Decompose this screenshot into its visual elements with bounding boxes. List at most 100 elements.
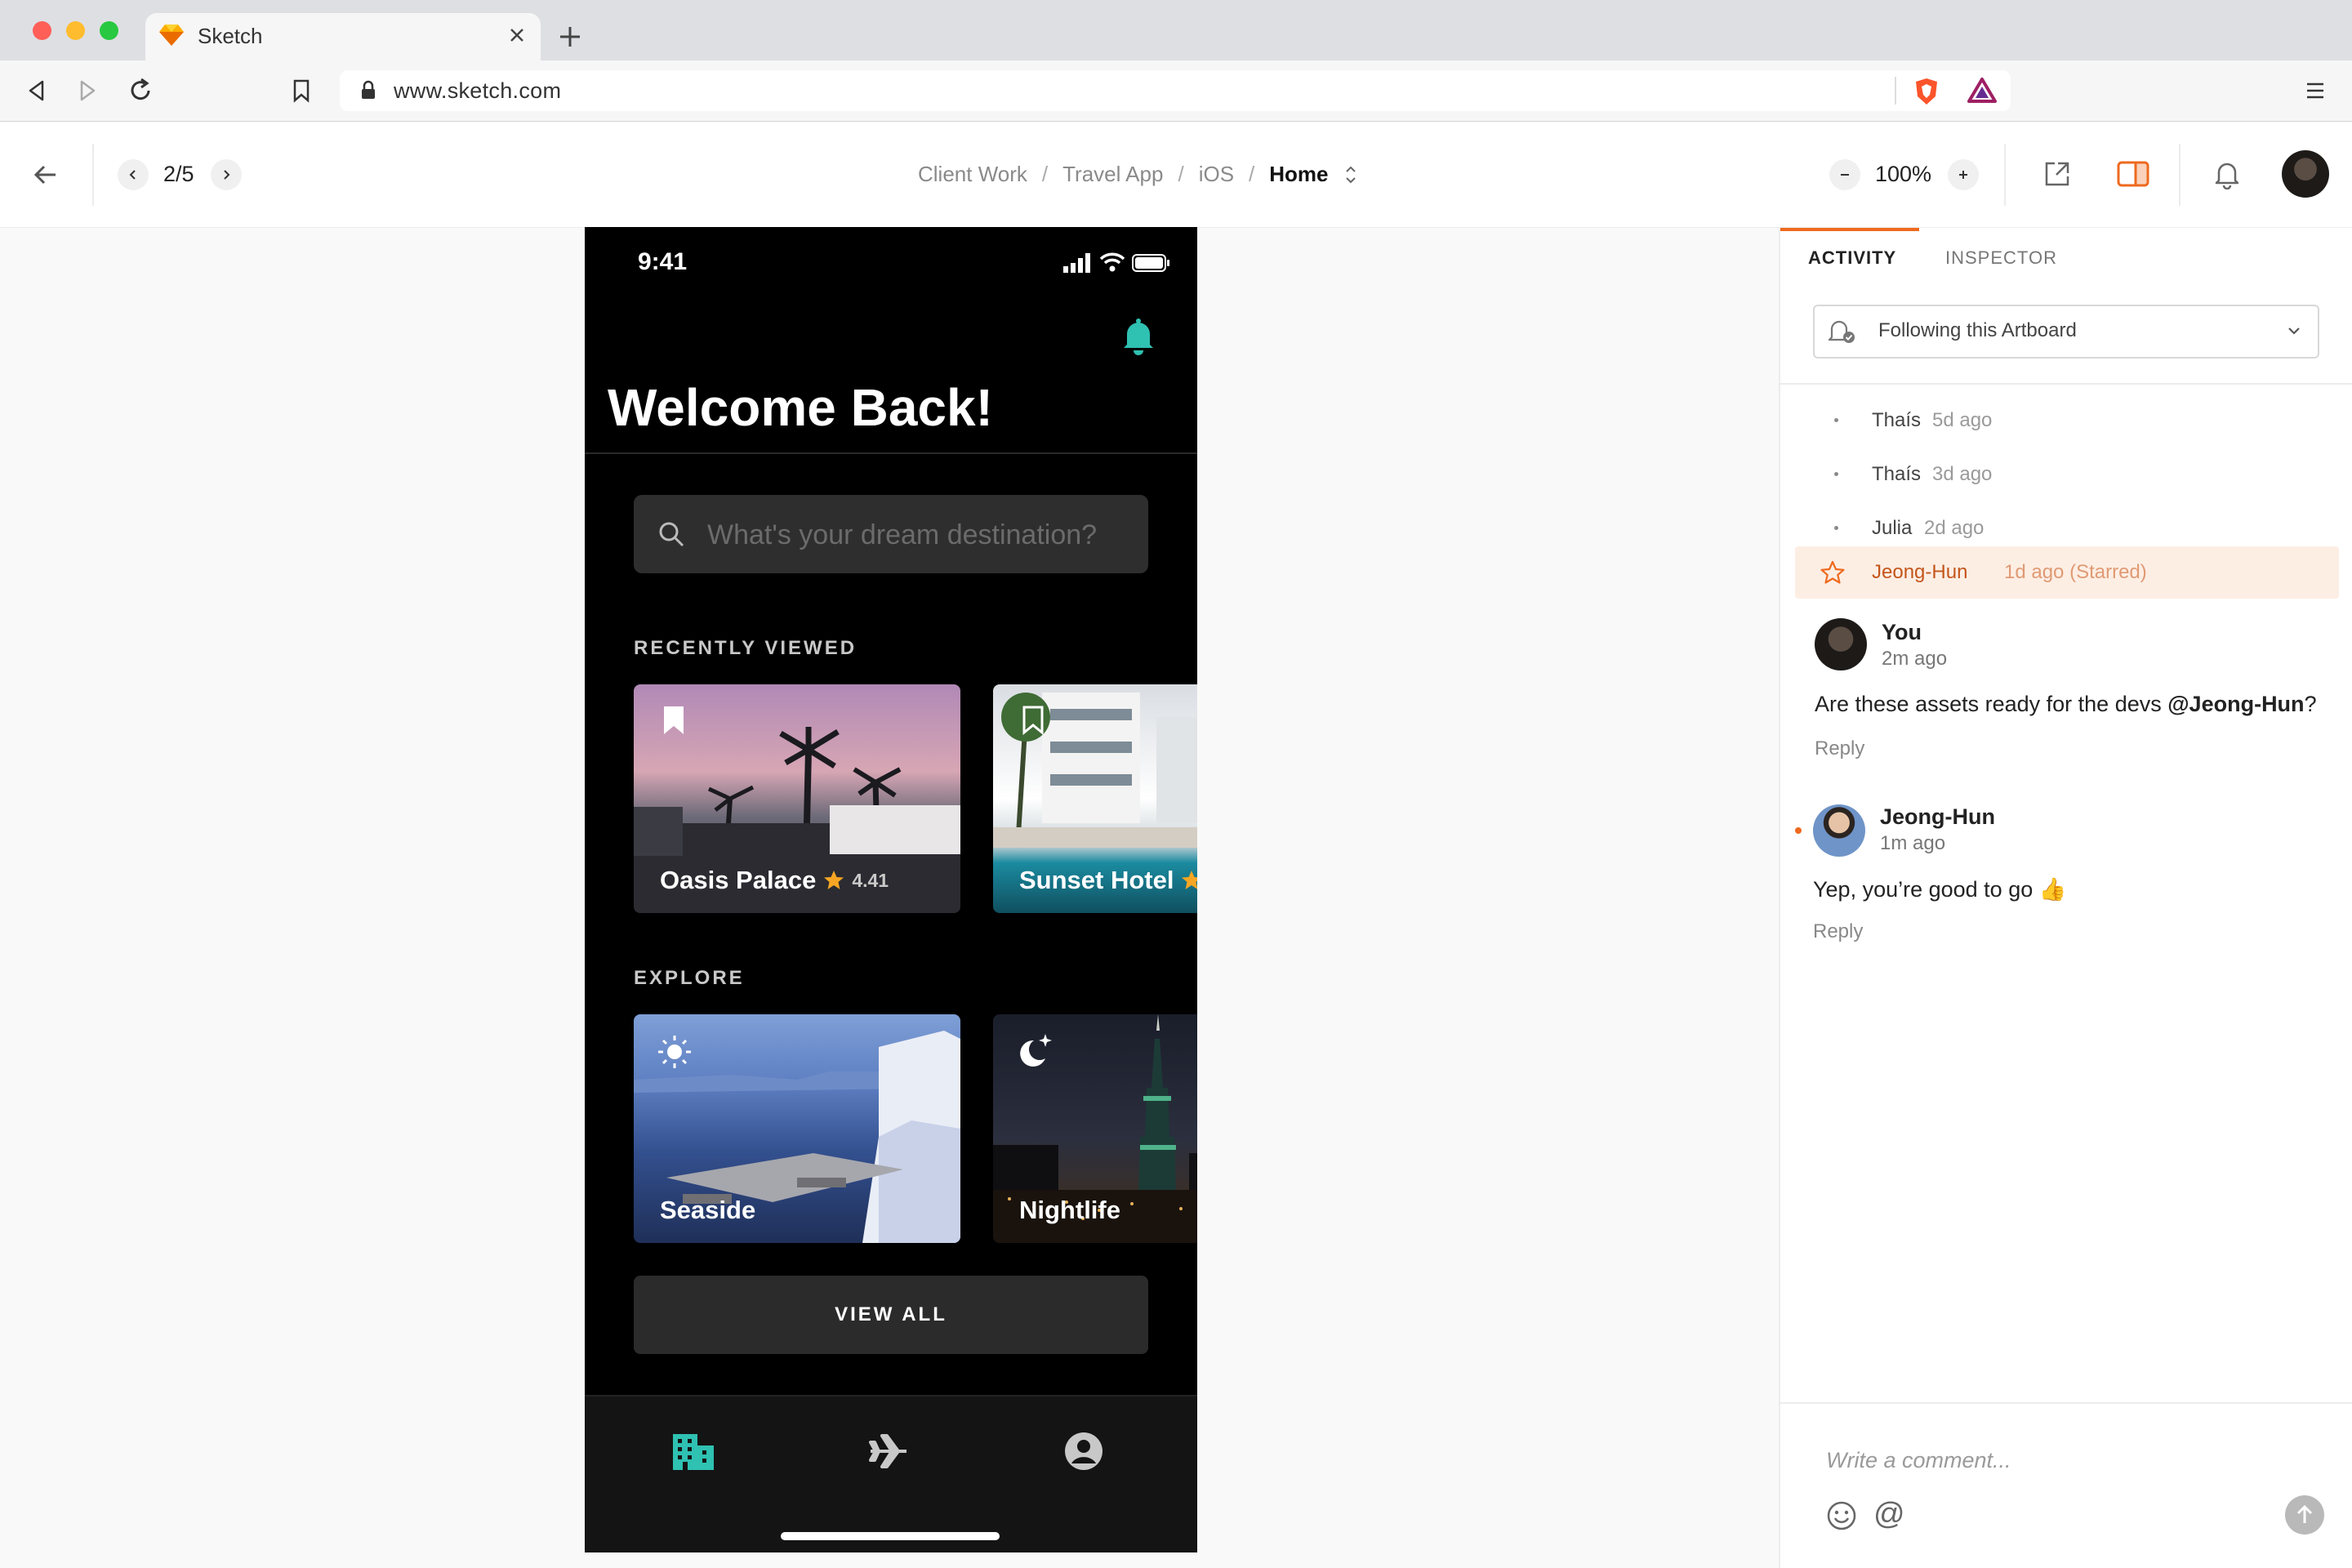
activity-time: 3d ago (1932, 463, 1993, 485)
breadcrumb-separator: / (1041, 162, 1049, 186)
sketch-logo-icon (158, 23, 185, 47)
star-icon (1182, 871, 1197, 889)
moon-stars-icon (1013, 1031, 1055, 1073)
view-all-button[interactable]: VIEW ALL (634, 1276, 1148, 1354)
status-time: 9:41 (638, 248, 688, 275)
card-title: Oasis Palace (660, 866, 817, 894)
sidebar-toggle-icon[interactable] (2117, 160, 2149, 188)
minus-icon (1841, 174, 1849, 176)
chevron-up-down-icon[interactable] (1343, 163, 1358, 186)
zoom-out-button[interactable] (1829, 159, 1860, 190)
bookmark-outline-icon[interactable] (1021, 704, 1045, 737)
mention-at-icon[interactable]: @ (1873, 1497, 1905, 1532)
divider (92, 144, 94, 206)
emoji-icon[interactable] (1826, 1500, 1857, 1531)
view-all-label: VIEW ALL (835, 1303, 947, 1325)
previous-artboard-button[interactable] (118, 159, 149, 190)
search-icon (657, 519, 686, 549)
phone-artboard[interactable]: 9:41 Welcome Back! What's your dream des… (585, 227, 1197, 1552)
back-icon[interactable] (24, 78, 49, 103)
home-indicator (781, 1532, 1000, 1540)
window-close-button[interactable] (33, 21, 51, 40)
search-field[interactable]: What's your dream destination? (634, 495, 1148, 573)
zoom-in-button[interactable] (1948, 159, 1979, 190)
divider (585, 452, 1197, 454)
follow-dropdown[interactable]: Following this Artboard (1813, 305, 2319, 359)
hotel-card-sunset-hotel[interactable]: Sunset Hotel (993, 684, 1197, 913)
activity-panel: ACTIVITY INSPECTOR Following this Artboa… (1779, 228, 2352, 1568)
activity-item[interactable]: Thaís 3d ago (1780, 450, 2352, 497)
activity-item[interactable]: Julia 2d ago (1780, 504, 2352, 551)
back-arrow-icon[interactable] (31, 160, 60, 189)
comment-author: Jeong-Hun (1880, 804, 1995, 829)
reload-icon[interactable] (127, 77, 154, 105)
open-external-icon[interactable] (2042, 158, 2073, 189)
activity-item-starred[interactable]: Jeong-Hun 1d ago (Starred) (1795, 546, 2339, 599)
bookmark-filled-icon[interactable] (662, 704, 686, 737)
explore-card-seaside[interactable]: Seaside (634, 1014, 960, 1243)
reply-link[interactable]: Reply (1813, 920, 1863, 943)
notification-bell-icon[interactable] (1120, 317, 1156, 356)
bullet-dot (1834, 472, 1838, 476)
zoom-level[interactable]: 100% (1875, 162, 1931, 187)
breadcrumb-client-work[interactable]: Client Work (918, 162, 1027, 187)
chevron-down-icon (2287, 324, 2301, 337)
breadcrumb-separator: / (1178, 162, 1184, 186)
chevron-right-icon (224, 170, 230, 180)
signal-icon (1063, 253, 1093, 273)
close-tab-icon[interactable] (506, 24, 528, 46)
activity-time: 1d ago (Starred) (2004, 561, 2147, 583)
activity-time: 2d ago (1924, 517, 1984, 539)
bookmark-icon[interactable] (291, 78, 312, 103)
active-tab-indicator (1780, 228, 1919, 231)
brave-shield-icon[interactable] (1913, 77, 1940, 106)
page-indicator: 2/5 (163, 162, 194, 186)
hotel-card-oasis-palace[interactable]: Oasis Palace 4.41 (634, 684, 960, 913)
address-bar[interactable]: www.sketch.com (340, 70, 2011, 111)
card-title: Seaside (660, 1196, 756, 1224)
explore-card-nightlife[interactable]: Nightlife (993, 1014, 1197, 1243)
activity-item[interactable]: Thaís 5d ago (1780, 396, 2352, 443)
comment-text: Are these assets ready for the devs @Jeo… (1815, 692, 2317, 717)
bell-check-icon (1828, 318, 1857, 345)
tab-activity[interactable]: ACTIVITY (1808, 247, 1896, 269)
comment-input[interactable]: Write a comment... (1826, 1448, 2011, 1473)
reply-link[interactable]: Reply (1815, 737, 1864, 760)
tab-profile-icon[interactable] (1063, 1431, 1104, 1472)
mention[interactable]: @Jeong-Hun (2167, 692, 2304, 716)
tab-flights-icon[interactable] (867, 1431, 910, 1472)
follow-label: Following this Artboard (1878, 319, 2077, 341)
phone-tab-bar (585, 1395, 1197, 1552)
breadcrumb-ios[interactable]: iOS (1199, 162, 1234, 187)
comment-time: 2m ago (1882, 648, 1948, 670)
divider (2004, 144, 2006, 206)
user-avatar[interactable] (2282, 150, 2329, 198)
activity-time: 5d ago (1932, 409, 1993, 431)
explore-label: EXPLORE (634, 967, 745, 989)
activity-author: Thaís (1872, 463, 1922, 485)
brave-rewards-icon[interactable] (1967, 77, 1998, 105)
notifications-bell-icon[interactable] (2213, 158, 2241, 189)
chevron-left-icon (129, 170, 136, 180)
comment-avatar (1815, 618, 1867, 670)
forward-icon[interactable] (75, 78, 100, 103)
browser-tab[interactable]: Sketch (145, 13, 541, 60)
lock-icon (359, 80, 377, 101)
activity-author: Julia (1872, 517, 1913, 539)
send-button[interactable] (2285, 1495, 2324, 1535)
menu-icon[interactable] (2305, 80, 2326, 101)
divider (2179, 144, 2180, 206)
next-artboard-button[interactable] (211, 159, 242, 190)
window-maximize-button[interactable] (100, 21, 118, 40)
plus-icon (1959, 171, 1967, 179)
window-minimize-button[interactable] (66, 21, 85, 40)
activity-author: Jeong-Hun (1872, 561, 1968, 583)
star-outline-icon (1820, 559, 1846, 586)
tab-inspector[interactable]: INSPECTOR (1945, 247, 2057, 269)
star-icon (824, 871, 844, 889)
new-tab-icon[interactable] (557, 24, 583, 50)
breadcrumb-travel-app[interactable]: Travel App (1062, 162, 1163, 187)
tab-hotels-icon[interactable] (671, 1431, 715, 1472)
comment-time: 1m ago (1880, 832, 1946, 854)
breadcrumb-home[interactable]: Home (1269, 162, 1328, 187)
